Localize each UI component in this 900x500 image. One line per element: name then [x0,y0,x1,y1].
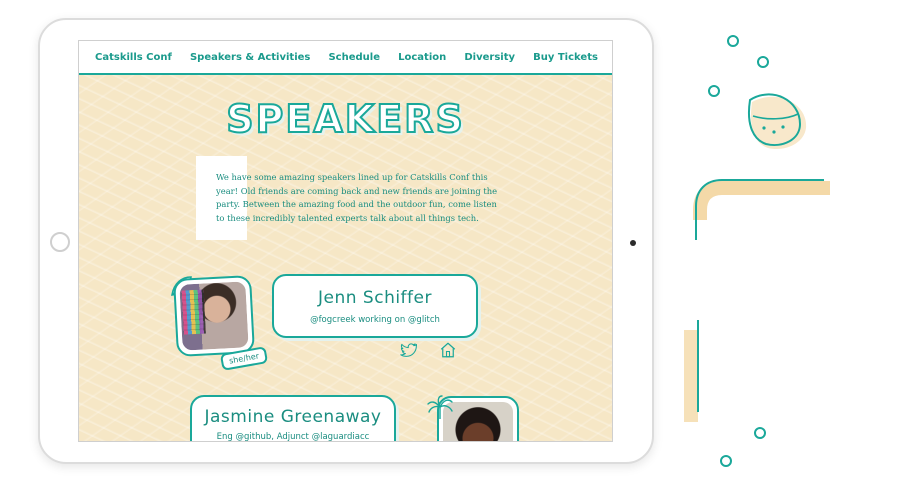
speaker-card-jenn[interactable]: Jenn Schiffer @fogcreek working on @glit… [272,274,478,338]
camera-dot [630,240,636,246]
speaker-affiliation: Eng @github, Adjunct @laguardiacc [216,432,370,442]
speaker-affiliation: @fogcreek working on @glitch [310,315,440,325]
speaker-photo [443,402,513,441]
home-icon[interactable] [439,341,457,359]
nav-link-catskills-conf[interactable]: Catskills Conf [95,52,172,63]
side-decoration [684,35,830,467]
speaker-social-links [399,341,457,359]
intro-paragraph: We have some amazing speakers lined up f… [216,172,498,223]
speaker-name: Jasmine Greenaway [204,407,382,427]
speaker-card-jasmine[interactable]: Jasmine Greenaway Eng @github, Adjunct @… [190,395,396,442]
pixel-art-decoration [181,289,206,335]
nav-link-speakers-activities[interactable]: Speakers & Activities [190,52,310,63]
nav-link-buy-tickets[interactable]: Buy Tickets [533,52,598,63]
speaker-name: Jenn Schiffer [318,288,432,308]
home-button[interactable] [50,232,70,252]
palm-leaf-icon [427,395,453,419]
top-navigation: Catskills Conf Speakers & Activities Sch… [79,41,612,75]
screen: Catskills Conf Speakers & Activities Sch… [78,40,613,442]
nav-link-schedule[interactable]: Schedule [328,52,380,63]
nav-link-diversity[interactable]: Diversity [464,52,515,63]
nav-link-location[interactable]: Location [398,52,446,63]
speaker-avatar-jenn[interactable] [173,275,255,357]
twitter-icon[interactable] [399,341,417,359]
page-title: SPEAKERS [225,96,465,142]
